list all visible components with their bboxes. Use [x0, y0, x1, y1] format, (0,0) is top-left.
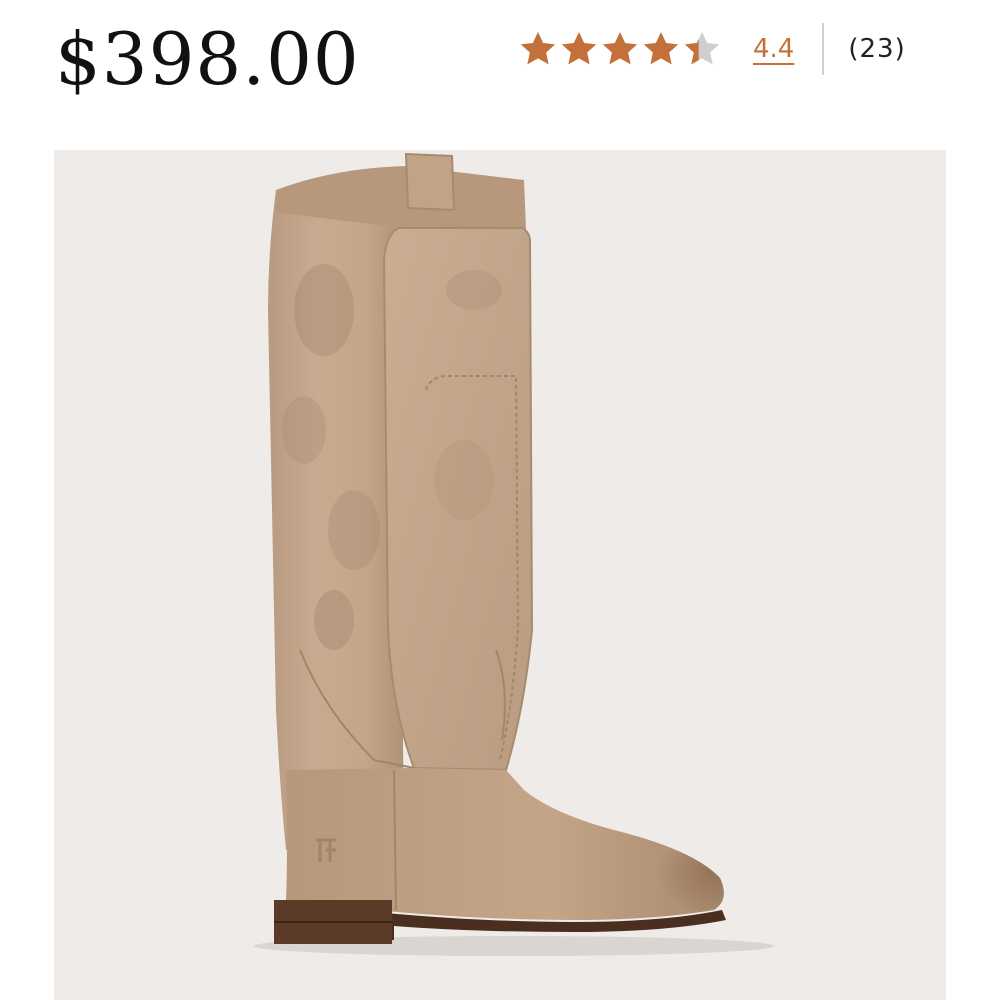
star-full-icon — [518, 29, 558, 69]
star-partial-icon — [682, 29, 722, 69]
product-price: $398.00 — [55, 17, 360, 101]
star-rating[interactable] — [518, 29, 723, 69]
review-count[interactable]: (23) — [848, 34, 905, 64]
star-full-icon — [559, 29, 599, 69]
product-detail-page: $398.00 4.4 (23) — [0, 0, 1000, 1000]
rating-value-link[interactable]: 4.4 — [753, 34, 794, 64]
rating-summary[interactable]: 4.4 (23) — [518, 23, 906, 75]
rating-divider — [822, 23, 825, 75]
star-full-icon — [600, 29, 640, 69]
boot-illustration — [254, 152, 774, 956]
product-image[interactable] — [54, 150, 946, 1000]
star-full-icon — [641, 29, 681, 69]
